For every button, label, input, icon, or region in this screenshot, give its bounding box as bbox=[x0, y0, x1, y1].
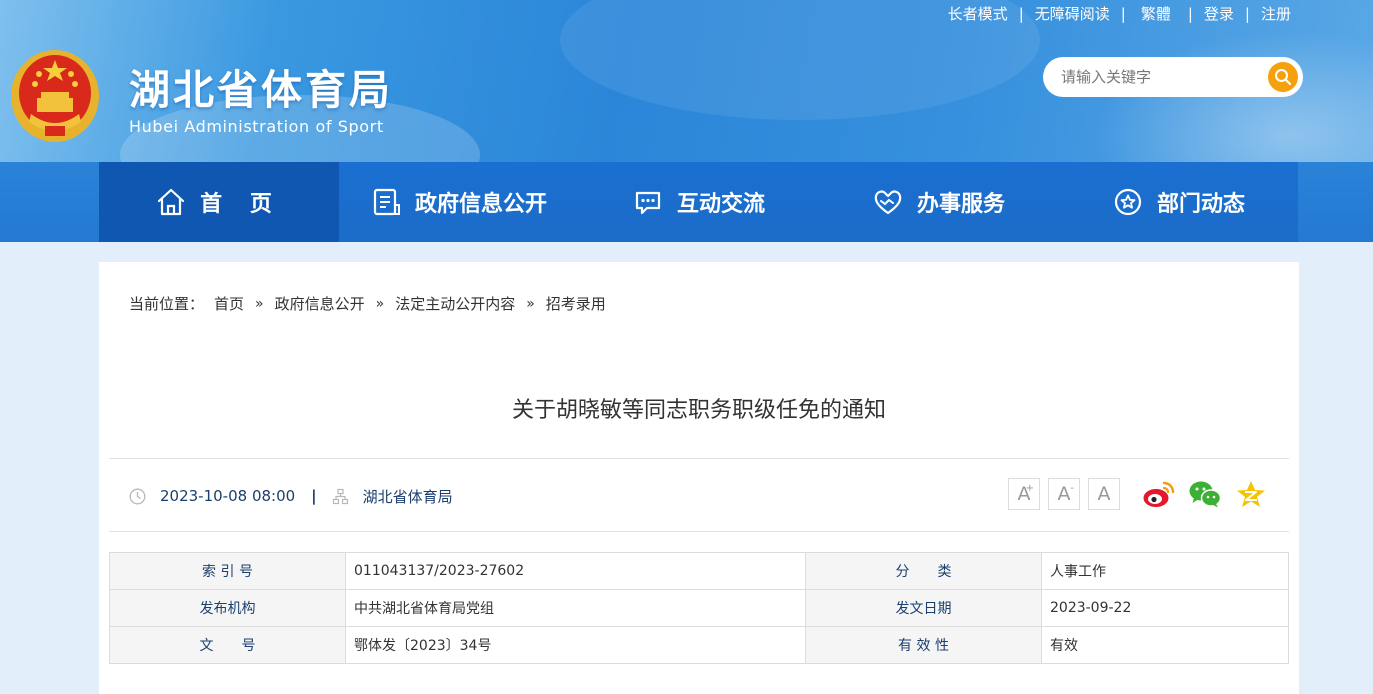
separator: | bbox=[1018, 4, 1024, 23]
breadcrumb-item[interactable]: 法定主动公开内容 bbox=[395, 293, 515, 314]
doc-number-value: 鄂体发〔2023〕34号 bbox=[345, 626, 806, 664]
nav-item-label: 首 页 bbox=[200, 192, 282, 217]
separator: | bbox=[1244, 4, 1250, 23]
breadcrumb-item[interactable]: 政府信息公开 bbox=[275, 293, 365, 314]
separator: | bbox=[1120, 4, 1126, 23]
font-decrease-button[interactable]: A- bbox=[1048, 478, 1080, 510]
nav-item-services[interactable]: 办事服务 bbox=[819, 162, 1059, 242]
weibo-icon bbox=[1143, 481, 1175, 507]
site-header: 湖北省体育局 Hubei Administration of Sport 长者模… bbox=[0, 0, 1373, 162]
index-number-label: 索 引 号 bbox=[109, 552, 346, 590]
validity-value: 有效 bbox=[1041, 626, 1289, 664]
nav-item-gov-info[interactable]: 政府信息公开 bbox=[339, 162, 579, 242]
category-label: 分 类 bbox=[805, 552, 1042, 590]
table-row: 文 号 鄂体发〔2023〕34号 有 效 性 有效 bbox=[109, 626, 1289, 664]
breadcrumb-item[interactable]: 招考录用 bbox=[546, 293, 606, 314]
wechat-icon bbox=[1189, 481, 1222, 508]
font-size-controls: A + A- A bbox=[1008, 478, 1120, 510]
divider bbox=[109, 531, 1289, 532]
national-emblem-icon bbox=[11, 50, 99, 142]
heart-hands-icon bbox=[874, 190, 902, 215]
breadcrumb-separator: » bbox=[255, 295, 264, 312]
table-row: 发布机构 中共湖北省体育局党组 发文日期 2023-09-22 bbox=[109, 589, 1289, 627]
issuer-label: 发布机构 bbox=[109, 589, 346, 627]
register-link[interactable]: 注册 bbox=[1261, 3, 1291, 24]
main-nav: 首 页 政府信息公开 互动交流 办事服务 部门动态 bbox=[99, 162, 1299, 242]
breadcrumb: 当前位置： 首页 » 政府信息公开 » 法定主动公开内容 » 招考录用 bbox=[129, 293, 606, 314]
font-increase-button[interactable]: A + bbox=[1008, 478, 1040, 510]
qzone-icon bbox=[1237, 481, 1265, 507]
validity-label: 有 效 性 bbox=[805, 626, 1042, 664]
article-panel: 当前位置： 首页 » 政府信息公开 » 法定主动公开内容 » 招考录用 关于胡晓… bbox=[99, 262, 1299, 694]
nav-item-interaction[interactable]: 互动交流 bbox=[579, 162, 819, 242]
home-icon bbox=[158, 188, 185, 216]
issue-date-value: 2023-09-22 bbox=[1041, 589, 1289, 627]
login-link[interactable]: 登录 bbox=[1204, 3, 1234, 24]
search-button[interactable] bbox=[1268, 62, 1298, 92]
separator: | bbox=[1187, 4, 1193, 23]
share-wechat-button[interactable] bbox=[1188, 478, 1222, 510]
search-icon bbox=[1275, 69, 1292, 86]
breadcrumb-separator: » bbox=[375, 295, 385, 312]
issuer-value: 中共湖北省体育局党组 bbox=[345, 589, 806, 627]
document-info-table: 索 引 号 011043137/2023-27602 分 类 人事工作 发布机构… bbox=[109, 552, 1289, 664]
table-row: 索 引 号 011043137/2023-27602 分 类 人事工作 bbox=[109, 552, 1289, 590]
publish-source: 湖北省体育局 bbox=[362, 487, 453, 506]
share-qzone-button[interactable] bbox=[1234, 478, 1268, 510]
divider bbox=[109, 458, 1289, 459]
search-input[interactable] bbox=[1061, 67, 1251, 87]
article-meta: 2023-10-08 08:00 | 湖北省体育局 bbox=[129, 486, 453, 506]
font-reset-label: A bbox=[1097, 483, 1111, 505]
minus-icon: - bbox=[1070, 483, 1074, 494]
chat-icon bbox=[635, 191, 661, 215]
accessibility-link[interactable]: 无障碍阅读 bbox=[1035, 3, 1110, 24]
nav-side-decoration bbox=[0, 162, 99, 242]
breadcrumb-item[interactable]: 首页 bbox=[214, 293, 244, 314]
article-title: 关于胡晓敏等同志职务职级任免的通知 bbox=[511, 398, 886, 423]
nav-item-home[interactable]: 首 页 bbox=[99, 162, 339, 242]
nav-item-label: 政府信息公开 bbox=[414, 192, 547, 217]
document-icon bbox=[373, 188, 400, 216]
nav-side-decoration bbox=[1298, 162, 1373, 242]
site-subtitle: Hubei Administration of Sport bbox=[129, 117, 384, 136]
site-title: 湖北省体育局 bbox=[129, 66, 393, 114]
traditional-chinese-link[interactable]: 繁體 bbox=[1141, 3, 1171, 24]
nav-item-label: 办事服务 bbox=[916, 192, 1005, 217]
search-box bbox=[1043, 57, 1303, 97]
nav-item-label: 互动交流 bbox=[676, 192, 765, 217]
star-circle-icon bbox=[1114, 188, 1142, 216]
breadcrumb-separator: » bbox=[526, 295, 535, 312]
elder-mode-link[interactable]: 长者模式 bbox=[948, 3, 1008, 24]
category-value: 人事工作 bbox=[1041, 552, 1289, 590]
font-decrease-label: A bbox=[1057, 483, 1071, 505]
index-number-value: 011043137/2023-27602 bbox=[345, 552, 806, 590]
top-links: 长者模式 | 无障碍阅读 | 繁體 | 登录 | 注册 bbox=[948, 3, 1291, 24]
org-icon bbox=[332, 488, 348, 504]
font-reset-button[interactable]: A bbox=[1088, 478, 1120, 510]
issue-date-label: 发文日期 bbox=[805, 589, 1042, 627]
publish-date: 2023-10-08 08:00 bbox=[160, 487, 296, 505]
nav-item-label: 部门动态 bbox=[1156, 192, 1245, 217]
share-weibo-button[interactable] bbox=[1142, 478, 1176, 510]
clock-icon bbox=[129, 488, 146, 504]
doc-number-label: 文 号 bbox=[109, 626, 346, 664]
share-buttons bbox=[1142, 478, 1268, 510]
separator: | bbox=[311, 487, 317, 505]
nav-item-dept-news[interactable]: 部门动态 bbox=[1059, 162, 1299, 242]
plus-icon: + bbox=[1025, 483, 1034, 494]
breadcrumb-prefix: 当前位置： bbox=[129, 295, 205, 313]
